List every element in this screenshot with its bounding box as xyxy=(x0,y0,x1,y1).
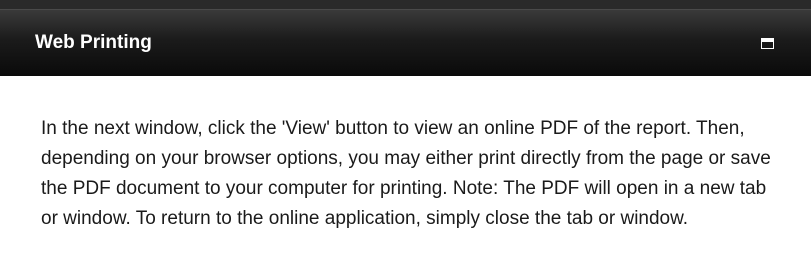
maximize-button[interactable] xyxy=(757,33,779,55)
background-window-strip xyxy=(0,0,811,10)
dialog-title: Web Printing xyxy=(35,32,152,53)
dialog-titlebar[interactable]: Web Printing xyxy=(0,10,811,76)
dialog-message: In the next window, click the 'View' but… xyxy=(41,118,771,229)
window-maximize-icon xyxy=(761,38,774,49)
dialog-body: In the next window, click the 'View' but… xyxy=(0,76,811,276)
